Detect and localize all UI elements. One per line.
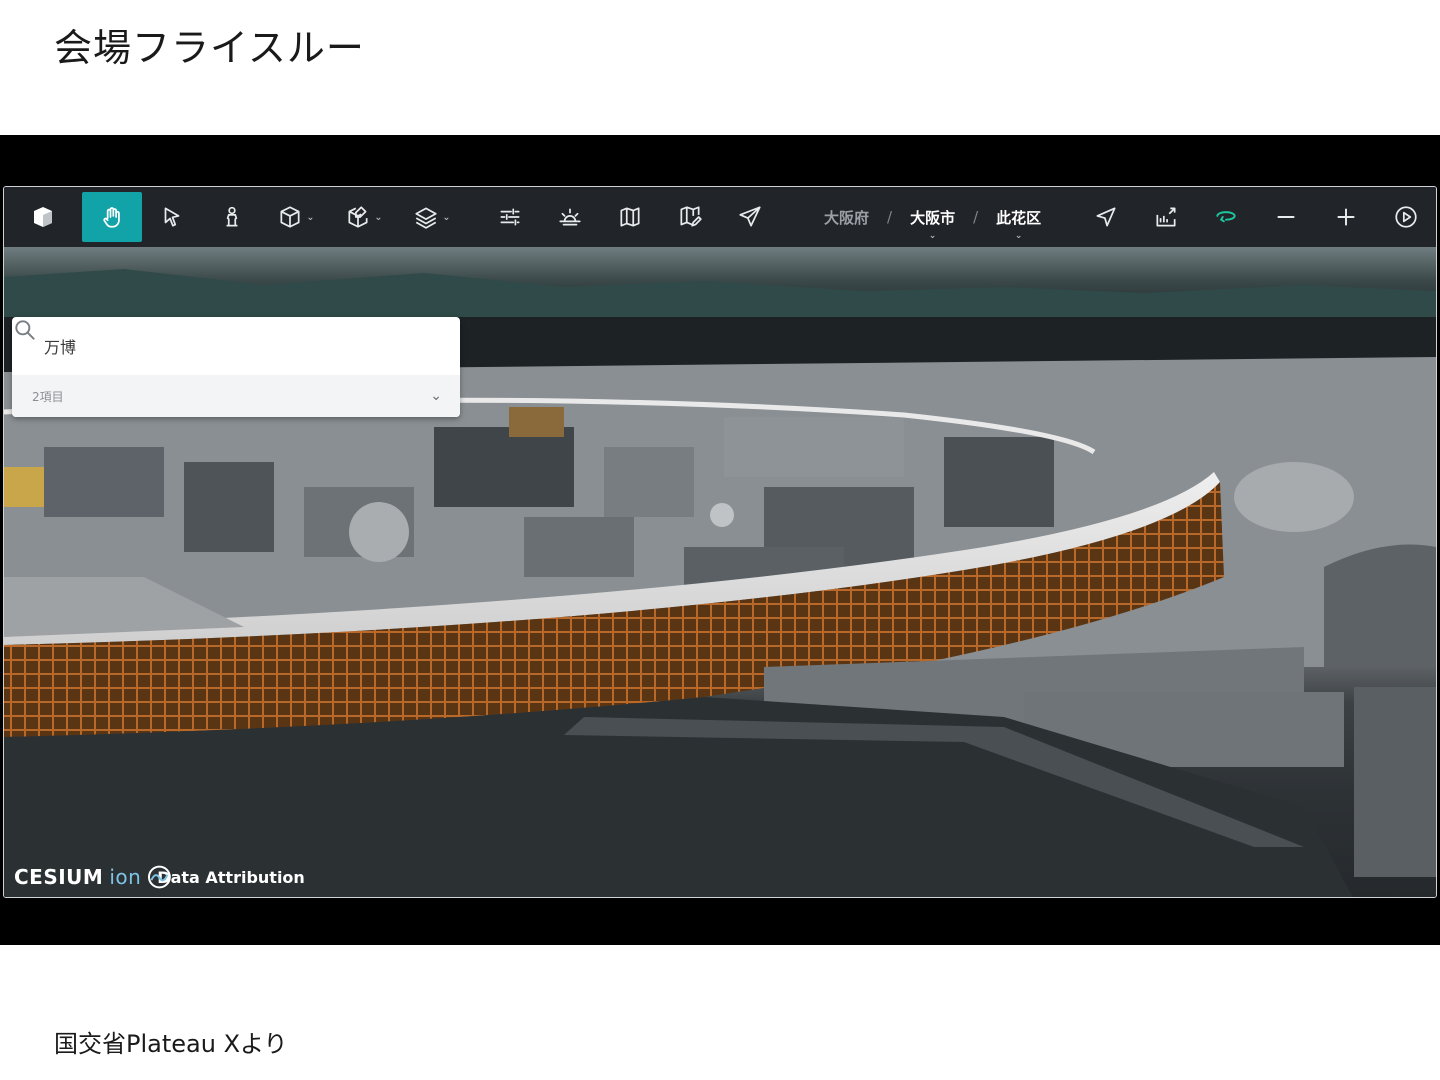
search-results-toggle[interactable]: 2項目 ⌄ — [12, 375, 460, 417]
zoom-in-icon — [1337, 208, 1355, 226]
map-icon — [620, 207, 640, 227]
right-toolbar — [1076, 192, 1436, 242]
rotate-button[interactable] — [1196, 192, 1256, 242]
sun-tool-button[interactable] — [540, 192, 600, 242]
send-tool-button[interactable] — [720, 192, 780, 242]
sunrise-icon — [559, 208, 581, 226]
breadcrumb-city[interactable]: 大阪市 ⌄ — [906, 207, 959, 241]
slide-title: 会場フライスルー — [54, 26, 365, 70]
locate-button[interactable] — [1076, 192, 1136, 242]
cube-edit-tool-button[interactable]: ⌄ — [330, 192, 398, 242]
play-icon — [1395, 206, 1417, 228]
tower-building — [1354, 687, 1436, 877]
mountain-range — [4, 269, 1436, 317]
toolbar: ⌄ ⌄ ⌄ 大阪府 / 大阪市 ⌄ / 此花区 ⌄ — [4, 187, 1436, 247]
zoom-out-button[interactable] — [1256, 192, 1316, 242]
plateau-viewer-window: ⌄ ⌄ ⌄ 大阪府 / 大阪市 ⌄ / 此花区 ⌄ 万博 2項目 ⌄ CESIU… — [3, 186, 1437, 898]
map-edit-tool-button[interactable] — [660, 192, 720, 242]
map-tool-button[interactable] — [600, 192, 660, 242]
breadcrumb-separator: / — [973, 208, 979, 226]
breadcrumb-ward[interactable]: 此花区 ⌄ — [992, 207, 1045, 241]
search-icon — [15, 320, 35, 340]
cube-edit-icon — [348, 206, 368, 228]
locate-icon — [1096, 207, 1116, 227]
hand-icon — [103, 207, 120, 228]
results-count: 2項目 — [32, 389, 64, 404]
layers-icon — [415, 207, 437, 229]
chevron-down-icon: ⌄ — [374, 211, 383, 223]
zoom-in-button[interactable] — [1316, 192, 1376, 242]
attribution-bar: CESIUM ion Data Attribution — [14, 865, 305, 889]
map-edit-icon — [680, 206, 702, 227]
layers-tool-button[interactable]: ⌄ — [398, 192, 466, 242]
sliders-tool-button[interactable] — [480, 192, 540, 242]
chevron-down-icon: ⌄ — [430, 388, 442, 404]
select-tool-button[interactable] — [142, 192, 202, 242]
cube-logo-icon — [34, 207, 52, 227]
slide-caption: 国交省Plateau Xより — [54, 1030, 288, 1058]
search-row — [12, 317, 460, 375]
hand-tool-button[interactable] — [82, 192, 142, 242]
search-input[interactable] — [42, 335, 406, 357]
person-icon — [226, 206, 238, 227]
play-button[interactable] — [1376, 192, 1436, 242]
cube-icon — [280, 206, 300, 228]
3d-map-viewport[interactable]: 2項目 ⌄ CESIUM ion Data Attribution — [4, 247, 1436, 897]
zoom-out-icon — [1277, 216, 1295, 218]
logo-icon[interactable] — [4, 192, 82, 242]
chevron-down-icon[interactable]: ⌄ — [929, 231, 937, 241]
export-button[interactable] — [1136, 192, 1196, 242]
export-icon — [1156, 207, 1176, 227]
sliders-icon — [500, 208, 520, 226]
dome-building — [1234, 462, 1354, 532]
cursor-icon — [164, 207, 180, 227]
cesium-logo-icon — [148, 865, 171, 889]
chevron-down-icon[interactable]: ⌄ — [1015, 231, 1023, 241]
search-panel: 2項目 ⌄ — [12, 317, 460, 417]
breadcrumb-ward-label: 此花区 — [996, 208, 1042, 227]
video-frame: ⌄ ⌄ ⌄ 大阪府 / 大阪市 ⌄ / 此花区 ⌄ 万博 2項目 ⌄ CESIU… — [0, 135, 1440, 945]
breadcrumb-city-label: 大阪市 — [910, 208, 956, 227]
person-tool-button[interactable] — [202, 192, 262, 242]
send-icon — [739, 206, 761, 227]
rotate-icon — [1216, 211, 1236, 223]
breadcrumb-separator: / — [887, 208, 893, 226]
round-arena — [1324, 544, 1436, 667]
cesium-ion-logo[interactable]: CESIUM ion — [14, 865, 171, 889]
breadcrumb-prefecture[interactable]: 大阪府 — [820, 207, 873, 228]
chevron-down-icon: ⌄ — [442, 211, 451, 223]
chevron-down-icon: ⌄ — [306, 211, 315, 223]
breadcrumb: 大阪府 / 大阪市 ⌄ / 此花区 ⌄ — [820, 187, 1045, 247]
cube-tool-button[interactable]: ⌄ — [262, 192, 330, 242]
